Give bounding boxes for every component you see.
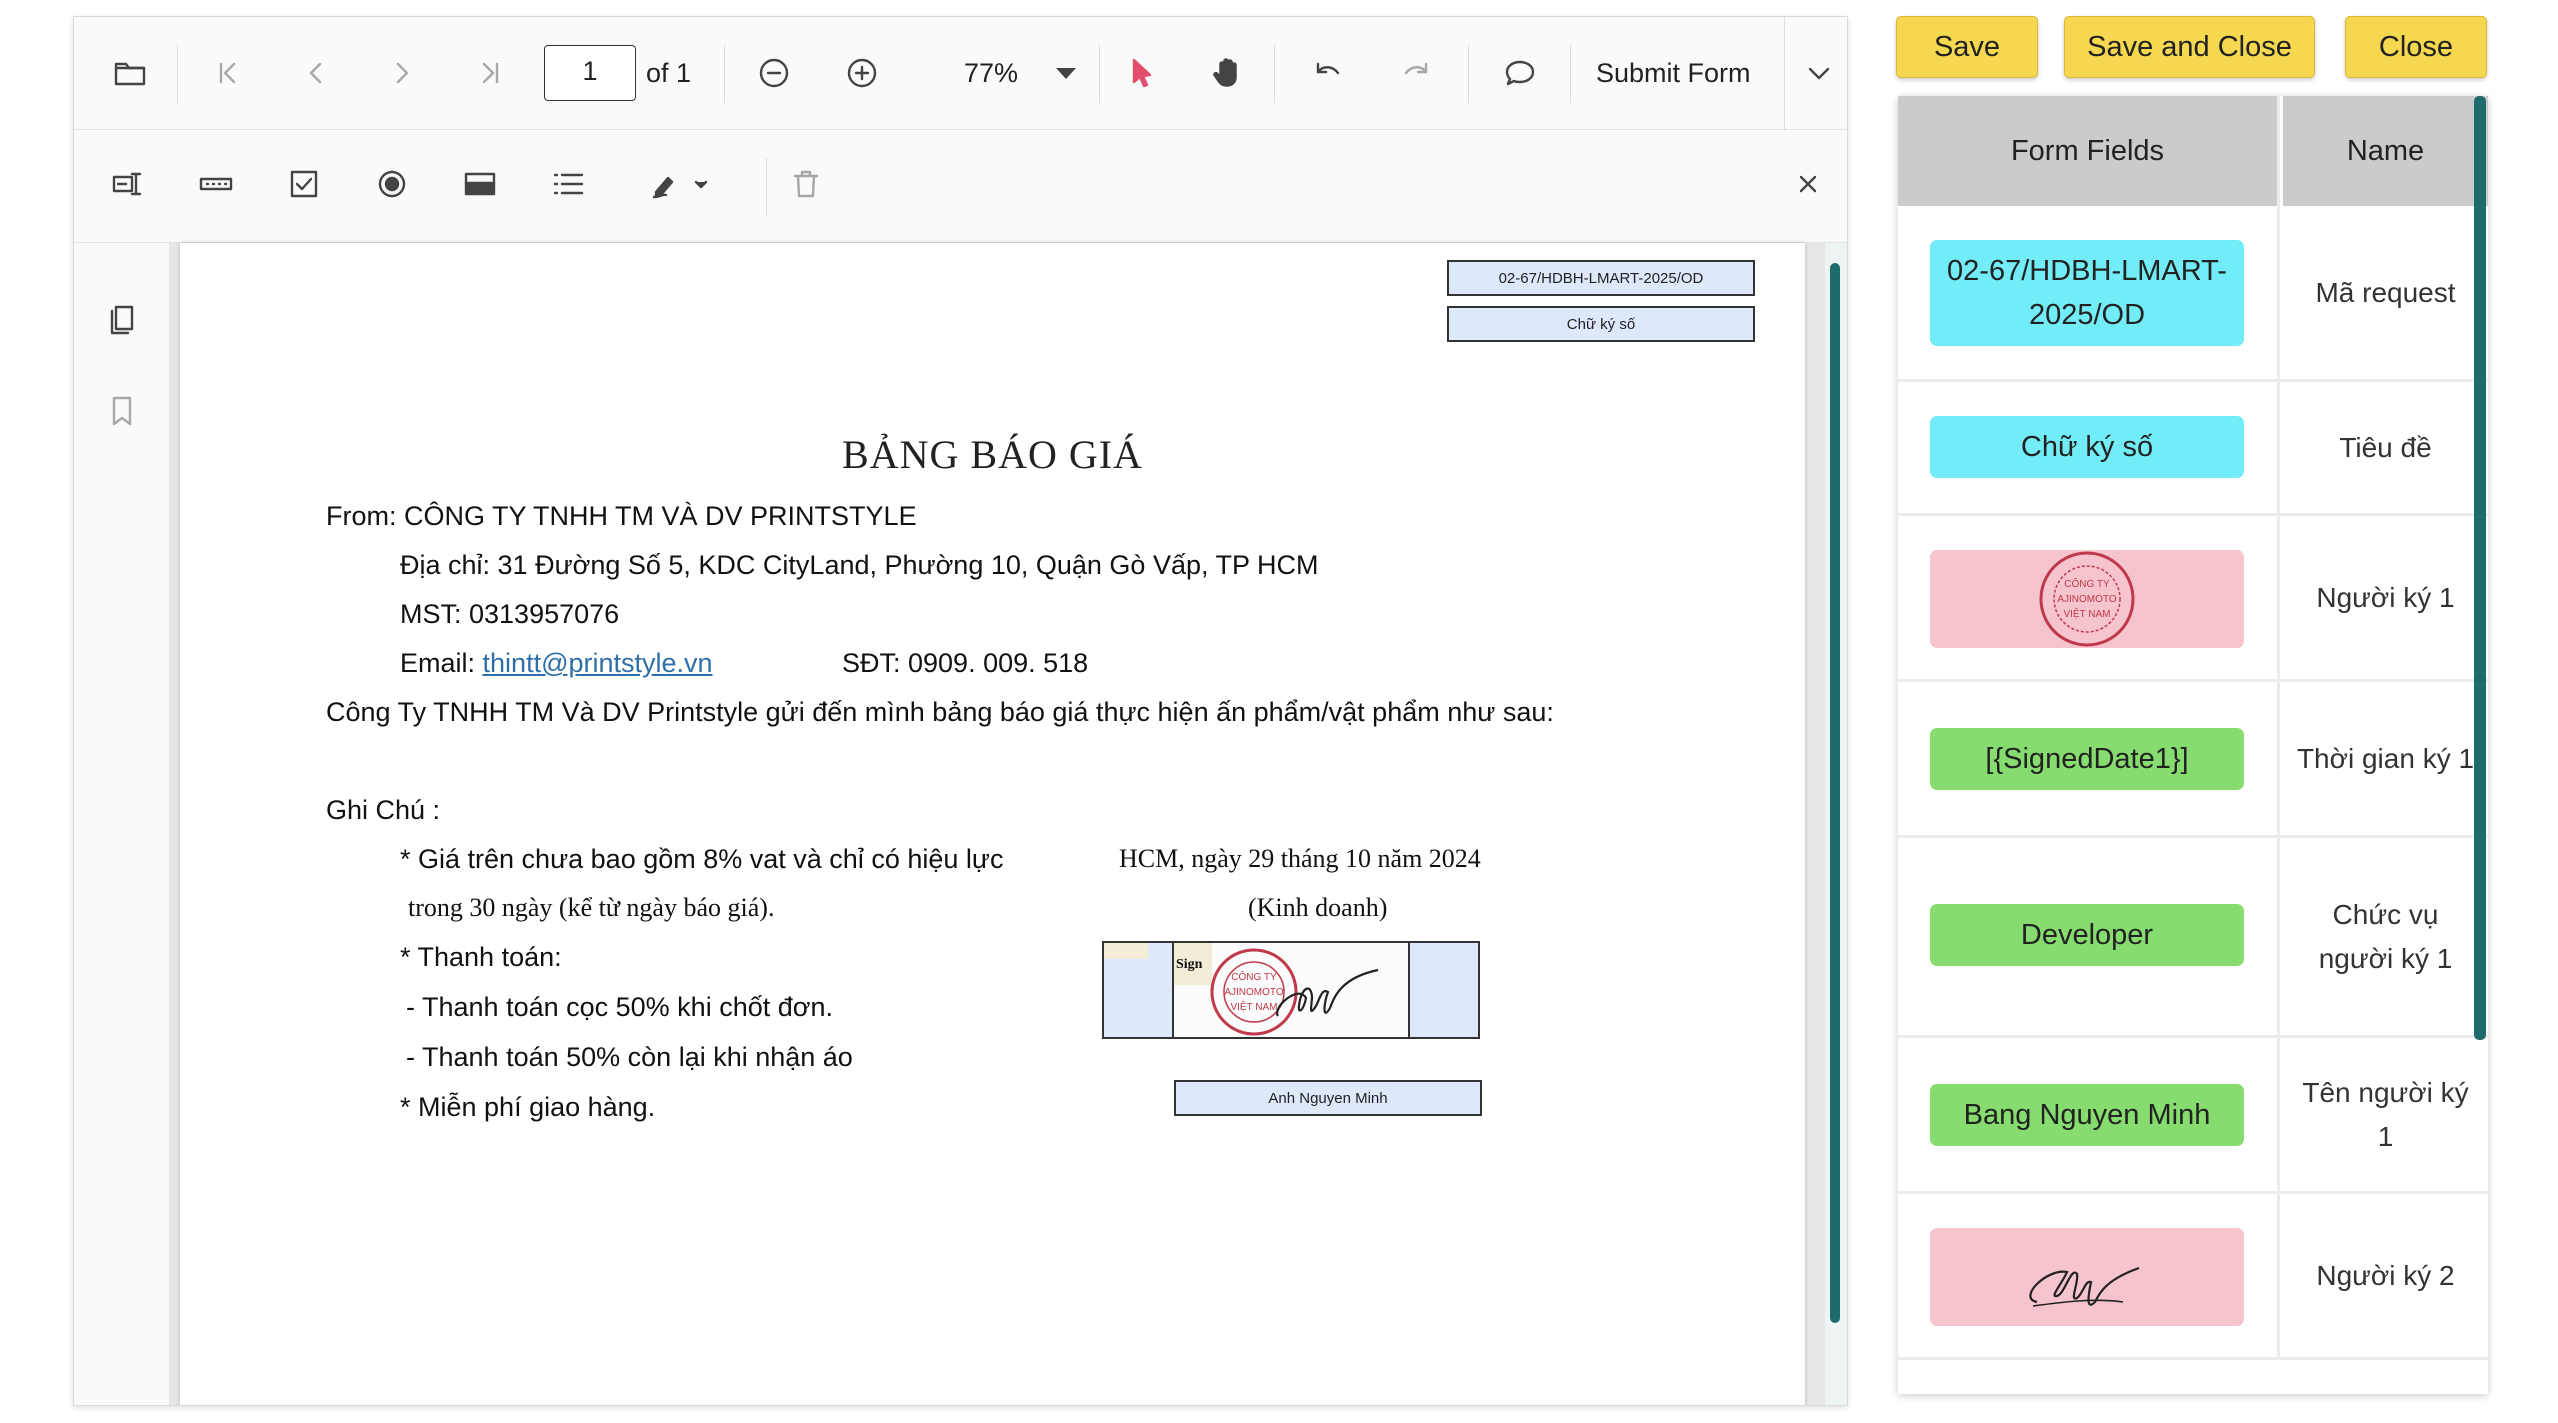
note-line-4: - Thanh toán 50% còn lại khi nhận áo [406, 1042, 853, 1072]
save-button[interactable]: Save [1896, 16, 2038, 78]
redo-icon[interactable] [1388, 45, 1444, 101]
next-page-icon[interactable] [374, 45, 430, 101]
table-row[interactable]: CÔNG TY AJINOMOTO VIỆT NAM Người ký 1 [1898, 516, 2488, 682]
table-row[interactable]: 02-67/HDBH-LMART-2025/OD Mã request [1898, 206, 2488, 382]
stamp-signature-image: CÔNG TY AJINOMOTO VIỆT NAM [1210, 948, 1379, 1036]
sign-tag: Sign [1176, 957, 1203, 972]
last-page-icon[interactable] [462, 45, 518, 101]
email-label: Email: [400, 648, 483, 678]
textbox-field-icon[interactable] [104, 160, 152, 208]
date-line: HCM, ngày 29 tháng 10 năm 2024 [1119, 844, 1481, 873]
zoom-level-value[interactable]: 77% [964, 58, 1018, 89]
stamp-field-chip[interactable]: CÔNG TY AJINOMOTO VIỆT NAM [1930, 550, 2244, 648]
chevron-down-icon[interactable] [1796, 45, 1842, 101]
note-title: Ghi Chú : [326, 795, 441, 825]
note-line-1b: trong 30 ngày (kể từ ngày báo giá). [408, 893, 775, 922]
first-page-icon[interactable] [200, 45, 256, 101]
main-toolbar: 1 of 1 77% Submit Form [74, 17, 1847, 130]
field-name-cell: Chức vụ người ký 1 [2318, 898, 2453, 974]
form-field-chip[interactable]: Developer [1930, 904, 2244, 966]
svg-text:AJINOMOTO: AJINOMOTO [1224, 987, 1283, 998]
save-and-close-button[interactable]: Save and Close [2064, 16, 2315, 78]
listbox-field-icon[interactable] [544, 160, 592, 208]
field-name-cell: Tên người ký 1 [2302, 1076, 2469, 1152]
email-line: Email: thintt@printstyle.vn [400, 648, 713, 679]
dropdown-field-icon[interactable] [456, 160, 504, 208]
field-name-cell: Người ký 2 [2316, 1259, 2455, 1291]
document-scrollbar[interactable] [1825, 243, 1847, 1405]
form-field-chip[interactable]: Bang Nguyen Minh [1930, 1084, 2244, 1146]
document-title: BẢNG BÁO GIÁ [842, 432, 1143, 477]
svg-text:VIỆT NAM: VIỆT NAM [1230, 1000, 1277, 1013]
note-line-2: * Thanh toán: [400, 942, 562, 972]
folder-icon[interactable] [102, 45, 158, 101]
field-name-cell: Thời gian ký 1 [2296, 742, 2475, 774]
from-line: From: CÔNG TY TNHH TM VÀ DV PRINTSTYLE [326, 501, 917, 531]
handwritten-signature-image [2029, 1266, 2140, 1307]
table-row[interactable]: Developer Chức vụ người ký 1 [1898, 838, 2488, 1038]
tax-code-line: MST: 0313957076 [400, 599, 620, 629]
column-header-form-fields: Form Fields [1898, 96, 2280, 206]
svg-text:VIỆT NAM: VIỆT NAM [2063, 607, 2110, 620]
document-canvas[interactable]: 02-67/HDBH-LMART-2025/OD Chữ ký số BẢNG … [170, 243, 1847, 1405]
intro-line: Công Ty TNHH TM Và DV Printstyle gửi đến… [326, 697, 1554, 727]
form-field-chip[interactable]: 02-67/HDBH-LMART-2025/OD [1930, 240, 2244, 346]
table-row[interactable]: Bang Nguyen Minh Tên người ký 1 [1898, 1038, 2488, 1194]
bookmark-icon[interactable] [98, 387, 146, 435]
phone-line: SĐT: 0909. 009. 518 [842, 648, 1089, 678]
panel-scrollbar[interactable] [2474, 96, 2486, 1040]
field-name-cell: Mã request [2315, 276, 2456, 308]
undo-icon[interactable] [1300, 45, 1356, 101]
field-name-cell: Người ký 1 [2316, 581, 2455, 613]
form-field-chip[interactable]: [{SignedDate1}] [1930, 728, 2244, 790]
signer-name-field[interactable]: Anh Nguyen Minh [1174, 1080, 1482, 1116]
form-fields-table: Form Fields Name 02-67/HDBH-LMART-2025/O… [1898, 96, 2488, 1394]
delete-icon[interactable] [782, 160, 830, 208]
company-stamp-image: CÔNG TY AJINOMOTO VIỆT NAM [2039, 551, 2135, 647]
field-name-cell: Tiêu đề [2339, 431, 2432, 463]
note-line-1: * Giá trên chưa bao gồm 8% vat và chỉ có… [400, 844, 1004, 874]
zoom-in-icon[interactable] [834, 45, 890, 101]
signature-field-chip[interactable] [1930, 1228, 2244, 1326]
form-field-chip[interactable]: Chữ ký số [1930, 416, 2244, 478]
column-header-name: Name [2283, 96, 2488, 206]
signature-field-icon[interactable] [640, 160, 720, 208]
checkbox-field-icon[interactable] [280, 160, 328, 208]
svg-text:CÔNG TY: CÔNG TY [1231, 970, 1277, 983]
zoom-out-icon[interactable] [746, 45, 802, 101]
signature-field-inner[interactable]: Sign CÔNG TY AJINOMOTO VIỆT NAM [1172, 941, 1410, 1039]
address-line: Địa chỉ: 31 Đường Số 5, KDC CityLand, Ph… [400, 550, 1319, 580]
pdf-viewer: 1 of 1 77% Submit Form 02-67/HDBH-LMART-… [73, 16, 1848, 1406]
previous-page-icon[interactable] [288, 45, 344, 101]
page-number-input[interactable]: 1 [544, 45, 636, 101]
table-row[interactable]: [{SignedDate1}] Thời gian ký 1 [1898, 682, 2488, 838]
department-line: (Kinh doanh) [1248, 893, 1388, 922]
radio-button-field-icon[interactable] [368, 160, 416, 208]
close-button[interactable]: Close [2345, 16, 2487, 78]
submit-form-button[interactable]: Submit Form [1596, 58, 1751, 89]
note-line-3: - Thanh toán cọc 50% khi chốt đơn. [406, 992, 833, 1022]
close-icon[interactable] [1784, 160, 1832, 208]
hand-pan-icon[interactable] [1201, 45, 1257, 101]
select-cursor-icon[interactable] [1114, 45, 1170, 101]
pdf-page[interactable]: 02-67/HDBH-LMART-2025/OD Chữ ký số BẢNG … [180, 243, 1805, 1405]
page-thumbnails-icon[interactable] [98, 295, 146, 343]
svg-text:AJINOMOTO: AJINOMOTO [2057, 594, 2116, 605]
document-scrollbar-thumb[interactable] [1830, 263, 1840, 1323]
digital-signature-label-field[interactable]: Chữ ký số [1447, 306, 1755, 342]
svg-text:CÔNG TY: CÔNG TY [2064, 577, 2110, 590]
form-designer-toolbar [74, 130, 1847, 243]
note-line-5: * Miễn phí giao hàng. [400, 1092, 656, 1122]
email-link[interactable]: thintt@printstyle.vn [483, 648, 713, 678]
table-row[interactable]: Người ký 2 [1898, 1194, 2488, 1360]
password-field-icon[interactable] [192, 160, 240, 208]
page-count-label: of 1 [646, 58, 692, 88]
zoom-dropdown-icon[interactable] [1046, 45, 1086, 101]
comment-icon[interactable] [1492, 45, 1548, 101]
ref-form-field[interactable]: 02-67/HDBH-LMART-2025/OD [1447, 260, 1755, 296]
table-row[interactable]: Chữ ký số Tiêu đề [1898, 382, 2488, 516]
navigation-sidebar [74, 243, 170, 1405]
